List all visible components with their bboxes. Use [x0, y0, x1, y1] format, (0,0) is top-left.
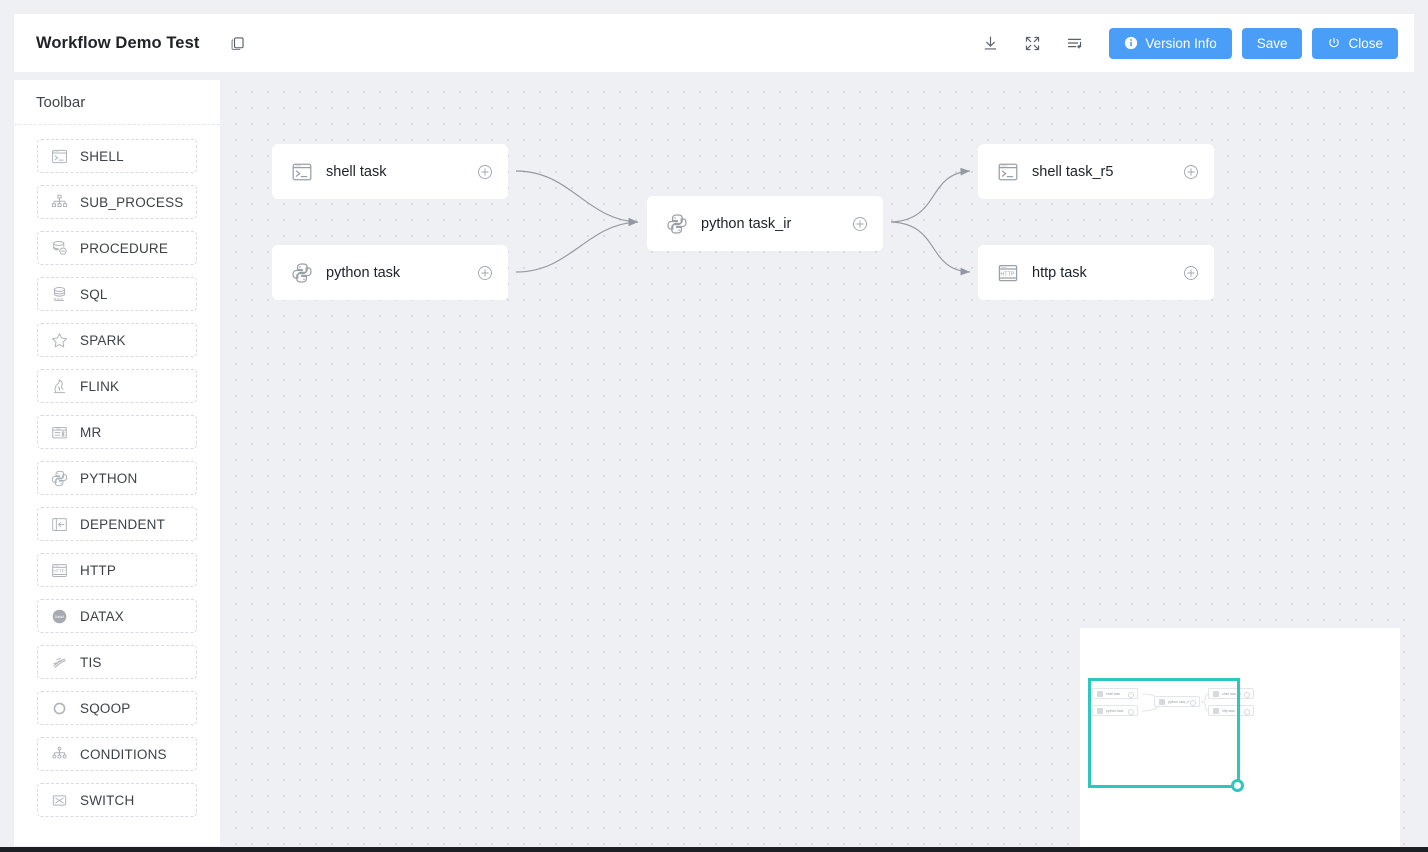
toolbar-item-label: DATAX	[80, 609, 124, 624]
plus-circle-icon[interactable]	[1183, 265, 1199, 281]
bottom-bar	[0, 847, 1428, 852]
shell-icon	[995, 159, 1021, 185]
toolbar-item-label: PYTHON	[80, 471, 137, 486]
plus-circle-icon[interactable]	[1183, 164, 1199, 180]
edge-python-task-ir-to-http-task	[891, 222, 970, 272]
toolbar-item-list: SHELL SUB_PROCESS PROCEDURE SQL SQL SPARK FLIN…	[14, 125, 220, 817]
close-button[interactable]: Close	[1312, 28, 1398, 59]
toolbar-item-label: FLINK	[80, 379, 119, 394]
switch-icon	[48, 789, 70, 811]
toolbar-item-label: MR	[80, 425, 101, 440]
minimap-node-plus	[1244, 709, 1250, 715]
spark-icon	[48, 329, 70, 351]
toolbar-item-conditions[interactable]: CONDITIONS	[37, 737, 197, 771]
edge-python-task-to-python-task-ir	[516, 222, 638, 272]
sub-process-icon	[48, 191, 70, 213]
toolbar-item-label: SQOOP	[80, 701, 131, 716]
http-icon: HTTP	[995, 260, 1021, 286]
copy-icon[interactable]	[225, 31, 249, 55]
format-icon[interactable]	[1057, 26, 1091, 60]
toolbar-item-label: HTTP	[80, 563, 116, 578]
svg-text:HTTP: HTTP	[1000, 271, 1014, 277]
toolbar-item-http[interactable]: HTTP HTTP	[37, 553, 197, 587]
toolbar-item-dependent[interactable]: DEPENDENT	[37, 507, 197, 541]
version-info-label: Version Info	[1145, 36, 1216, 51]
dag-node-python-task-ir[interactable]: python task_ir	[647, 196, 883, 251]
toolbar-item-python[interactable]: PYTHON	[37, 461, 197, 495]
minimap-viewport[interactable]	[1088, 678, 1240, 788]
svg-text:DataX: DataX	[54, 614, 64, 618]
mr-icon: MR	[48, 421, 70, 443]
plus-circle-icon[interactable]	[477, 265, 493, 281]
toolbar-item-sqoop[interactable]: SQOOP	[37, 691, 197, 725]
close-label: Close	[1348, 36, 1383, 51]
save-label: Save	[1257, 36, 1288, 51]
toolbar-title: Toolbar	[14, 80, 220, 125]
toolbar-item-label: SUB_PROCESS	[80, 195, 183, 210]
toolbar-item-sql[interactable]: SQL SQL	[37, 277, 197, 311]
toolbar-item-shell[interactable]: SHELL	[37, 139, 197, 173]
dag-node-label: python task	[326, 265, 400, 281]
toolbar-item-label: PROCEDURE	[80, 241, 168, 256]
dag-node-python-task[interactable]: python task	[272, 245, 508, 300]
http-icon: HTTP	[48, 559, 70, 581]
dag-node-shell-task-r5[interactable]: shell task_r5	[978, 144, 1214, 199]
save-button[interactable]: Save	[1242, 28, 1303, 59]
minimap-resize-handle[interactable]	[1231, 779, 1244, 792]
svg-text:MR: MR	[56, 426, 62, 430]
tis-icon	[48, 651, 70, 673]
plus-circle-icon[interactable]	[852, 216, 868, 232]
edge-shell-task-to-python-task-ir	[516, 171, 638, 222]
toolbar-item-label: SHELL	[80, 149, 124, 164]
dependent-icon	[48, 513, 70, 535]
shell-icon	[289, 159, 315, 185]
fullscreen-icon[interactable]	[1015, 26, 1049, 60]
plus-circle-icon[interactable]	[477, 164, 493, 180]
toolbar-item-label: SQL	[80, 287, 108, 302]
toolbar-item-label: SWITCH	[80, 793, 134, 808]
procedure-icon	[48, 237, 70, 259]
sqoop-icon	[48, 697, 70, 719]
toolbar-item-tis[interactable]: TIS	[37, 645, 197, 679]
toolbar-item-flink[interactable]: FLINK	[37, 369, 197, 403]
dag-node-label: shell task	[326, 164, 386, 180]
minimap-node-plus	[1244, 692, 1250, 698]
python-icon	[48, 467, 70, 489]
toolbar-item-label: SPARK	[80, 333, 126, 348]
workflow-editor-page: Workflow Demo Test	[0, 0, 1428, 852]
dag-node-label: shell task_r5	[1032, 164, 1113, 180]
header-bar: Workflow Demo Test	[14, 14, 1414, 72]
toolbar-sidebar: Toolbar SHELLSUB_PROCESSPROCEDURESQLSQLS…	[14, 80, 220, 846]
toolbar-item-sub_process[interactable]: SUB_PROCESS	[37, 185, 197, 219]
dag-node-http-task[interactable]: HTTP http task	[978, 245, 1214, 300]
conditions-icon	[48, 743, 70, 765]
toolbar-item-mr[interactable]: MR MR	[37, 415, 197, 449]
toolbar-item-label: CONDITIONS	[80, 747, 167, 762]
toolbar-item-label: DEPENDENT	[80, 517, 165, 532]
svg-text:SQL: SQL	[56, 297, 63, 301]
svg-text:HTTP: HTTP	[53, 568, 64, 573]
version-info-button[interactable]: Version Info	[1109, 28, 1231, 59]
toolbar-item-switch[interactable]: SWITCH	[37, 783, 197, 817]
sql-icon: SQL	[48, 283, 70, 305]
toolbar-item-spark[interactable]: SPARK	[37, 323, 197, 357]
toolbar-item-datax[interactable]: DataX DATAX	[37, 599, 197, 633]
python-icon	[289, 260, 315, 286]
download-icon[interactable]	[973, 26, 1007, 60]
edge-python-task-ir-to-shell-task-r5	[891, 171, 970, 222]
python-icon	[664, 211, 690, 237]
dag-node-label: http task	[1032, 265, 1087, 281]
toolbar-item-procedure[interactable]: PROCEDURE	[37, 231, 197, 265]
power-icon	[1327, 36, 1341, 50]
shell-icon	[48, 145, 70, 167]
toolbar-item-label: TIS	[80, 655, 102, 670]
page-title: Workflow Demo Test	[36, 34, 199, 53]
flink-icon	[48, 375, 70, 397]
minimap[interactable]: shell taskpython taskpython task_irshell…	[1080, 628, 1400, 852]
datax-icon: DataX	[48, 605, 70, 627]
info-icon	[1124, 36, 1138, 50]
dag-node-label: python task_ir	[701, 216, 791, 232]
dag-node-shell-task[interactable]: shell task	[272, 144, 508, 199]
